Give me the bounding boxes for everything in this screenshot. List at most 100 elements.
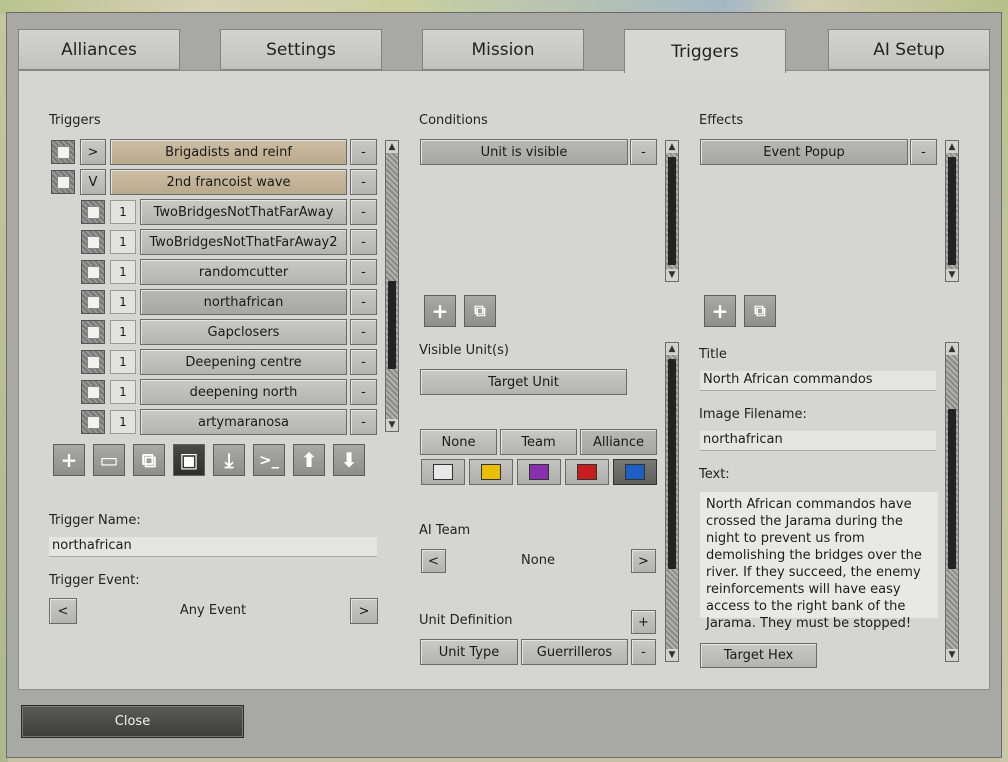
tab-settings[interactable]: Settings (220, 29, 382, 70)
trigger-event-next-button[interactable]: > (350, 598, 378, 624)
trigger-count: 1 (110, 380, 136, 404)
scroll-down-icon[interactable]: ▼ (666, 649, 678, 661)
color-blue-swatch[interactable] (613, 459, 657, 485)
scroll-down-icon[interactable]: ▼ (666, 269, 678, 281)
trigger-remove-button[interactable]: - (350, 169, 377, 195)
scroll-down-icon[interactable]: ▼ (946, 269, 958, 281)
close-button[interactable]: Close (21, 705, 244, 738)
trigger-list-scrollbar[interactable]: ▲ ▼ (385, 140, 399, 432)
ai-team-next-button[interactable]: > (631, 549, 656, 573)
trigger-group-item[interactable]: Brigadists and reinf (110, 139, 347, 165)
conditions-scrollbar[interactable]: ▲ ▼ (665, 140, 679, 282)
copy-effect-icon[interactable]: ⧉ (744, 295, 776, 327)
scroll-up-icon[interactable]: ▲ (666, 343, 678, 355)
trigger-group-toggle-button[interactable]: > (80, 139, 106, 165)
scroll-up-icon[interactable]: ▲ (946, 141, 958, 153)
trigger-remove-button[interactable]: - (350, 319, 377, 345)
tab-triggers[interactable]: Triggers (624, 29, 786, 73)
trigger-remove-button[interactable]: - (350, 229, 377, 255)
popup-text-area[interactable]: North African commandos have crossed the… (700, 492, 938, 631)
unit-type-button[interactable]: Unit Type (420, 639, 518, 665)
trigger-item[interactable]: deepening north (140, 379, 347, 405)
trigger-checkbox[interactable] (81, 200, 105, 224)
ai-team-prev-button[interactable]: < (421, 549, 446, 573)
trigger-remove-button[interactable]: - (350, 289, 377, 315)
scroll-up-icon[interactable]: ▲ (946, 343, 958, 355)
scroll-thumb[interactable] (948, 157, 956, 265)
trigger-checkbox[interactable] (81, 320, 105, 344)
scroll-up-icon[interactable]: ▲ (666, 141, 678, 153)
trigger-remove-button[interactable]: - (350, 379, 377, 405)
color-white-chip (433, 464, 453, 480)
color-white-swatch[interactable] (421, 459, 465, 485)
trigger-checkbox[interactable] (81, 380, 105, 404)
import-icon[interactable]: ⤓ (213, 444, 245, 476)
trigger-group-item[interactable]: 2nd francoist wave (110, 169, 347, 195)
scroll-thumb[interactable] (948, 409, 956, 569)
move-up-icon[interactable]: ⬆ (293, 444, 325, 476)
trigger-group-checkbox[interactable] (51, 140, 75, 164)
add-condition-icon[interactable]: + (424, 295, 456, 327)
effects-detail-scrollbar[interactable]: ▲ ▼ (945, 342, 959, 662)
scroll-thumb[interactable] (668, 157, 676, 265)
unit-type-value[interactable]: Guerrilleros (521, 639, 628, 665)
trigger-remove-button[interactable]: - (350, 139, 377, 165)
condition-item[interactable]: Unit is visible (420, 139, 628, 165)
trigger-remove-button[interactable]: - (350, 409, 377, 435)
image-filename-field[interactable]: northafrican (700, 431, 936, 451)
popup-text-label: Text: (699, 467, 730, 482)
move-down-icon[interactable]: ⬇ (333, 444, 365, 476)
trigger-checkbox[interactable] (81, 290, 105, 314)
color-red-swatch[interactable] (565, 459, 609, 485)
filter-none-button[interactable]: None (420, 429, 497, 455)
add-icon[interactable]: + (53, 444, 85, 476)
filter-alliance-button[interactable]: Alliance (580, 429, 657, 455)
tab-mission[interactable]: Mission (422, 29, 584, 70)
target-hex-button[interactable]: Target Hex (700, 643, 817, 668)
scroll-thumb[interactable] (668, 359, 676, 569)
effects-scrollbar[interactable]: ▲ ▼ (945, 140, 959, 282)
trigger-checkbox[interactable] (81, 230, 105, 254)
ai-team-label: AI Team (419, 523, 471, 538)
trigger-checkbox[interactable] (81, 260, 105, 284)
color-yellow-swatch[interactable] (469, 459, 513, 485)
tab-ai-setup[interactable]: AI Setup (828, 29, 990, 70)
trigger-item[interactable]: artymaranosa (140, 409, 347, 435)
scroll-down-icon[interactable]: ▼ (946, 649, 958, 661)
tab-alliances[interactable]: Alliances (18, 29, 180, 70)
scroll-thumb[interactable] (388, 281, 396, 369)
trigger-item[interactable]: randomcutter (140, 259, 347, 285)
trigger-event-prev-button[interactable]: < (49, 598, 77, 624)
filter-team-button[interactable]: Team (500, 429, 577, 455)
scroll-down-icon[interactable]: ▼ (386, 419, 398, 431)
trigger-checkbox[interactable] (81, 350, 105, 374)
condition-remove-button[interactable]: - (630, 139, 657, 165)
target-unit-button[interactable]: Target Unit (420, 369, 627, 395)
effect-item[interactable]: Event Popup (700, 139, 908, 165)
trigger-name-field[interactable]: northafrican (49, 537, 377, 557)
trigger-remove-button[interactable]: - (350, 199, 377, 225)
scroll-up-icon[interactable]: ▲ (386, 141, 398, 153)
folder-icon[interactable]: ▭ (93, 444, 125, 476)
trigger-item[interactable]: northafrican (140, 289, 347, 315)
save-icon[interactable]: ▣ (173, 444, 205, 476)
trigger-item[interactable]: TwoBridgesNotThatFarAway (140, 199, 347, 225)
trigger-checkbox[interactable] (81, 410, 105, 434)
copy-condition-icon[interactable]: ⧉ (464, 295, 496, 327)
add-effect-icon[interactable]: + (704, 295, 736, 327)
unit-definition-remove-button[interactable]: - (631, 639, 656, 665)
trigger-item[interactable]: Deepening centre (140, 349, 347, 375)
trigger-item[interactable]: Gapclosers (140, 319, 347, 345)
console-icon[interactable]: >_ (253, 444, 285, 476)
color-purple-swatch[interactable] (517, 459, 561, 485)
unit-definition-add-button[interactable]: + (631, 610, 656, 634)
effect-remove-button[interactable]: - (910, 139, 937, 165)
trigger-group-checkbox[interactable] (51, 170, 75, 194)
trigger-group-toggle-button[interactable]: V (80, 169, 106, 195)
trigger-remove-button[interactable]: - (350, 259, 377, 285)
popup-title-field[interactable]: North African commandos (700, 371, 936, 391)
trigger-remove-button[interactable]: - (350, 349, 377, 375)
copy-icon[interactable]: ⧉ (133, 444, 165, 476)
trigger-item[interactable]: TwoBridgesNotThatFarAway2 (140, 229, 347, 255)
conditions-detail-scrollbar[interactable]: ▲ ▼ (665, 342, 679, 662)
